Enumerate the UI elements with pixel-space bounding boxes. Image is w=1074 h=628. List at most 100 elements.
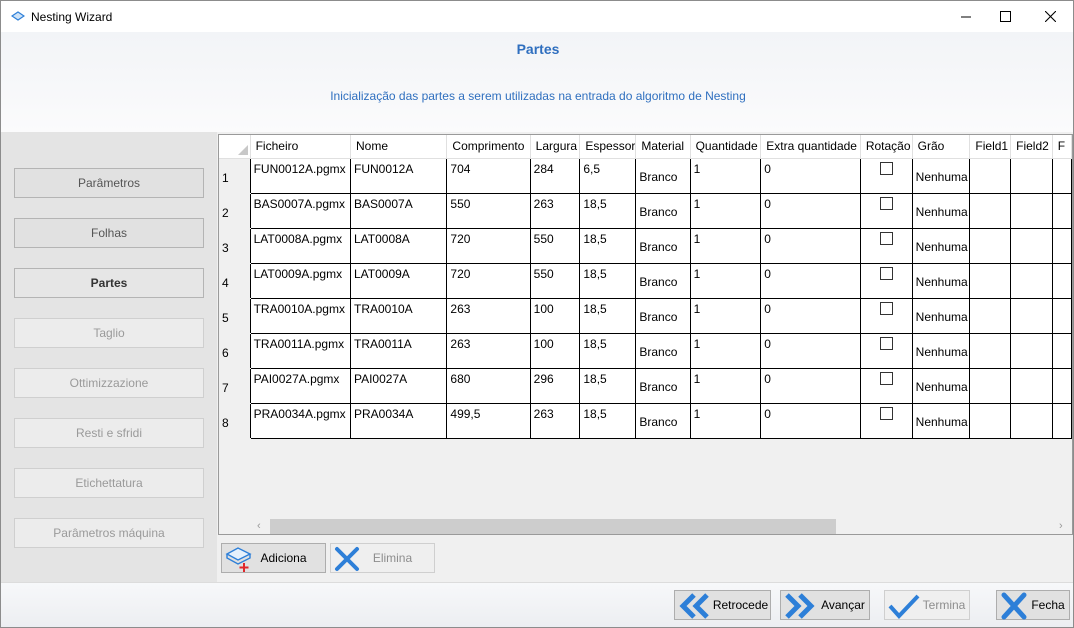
cell-thickness[interactable]: 18,5 (579, 297, 637, 334)
cell-grain[interactable]: Nenhuma (911, 297, 971, 334)
table-row[interactable]: 5 TRA0010A.pgmx TRA0010A 263 100 18,5 Branco 1 0… (219, 297, 1072, 334)
table-row[interactable]: 2 BAS0007A.pgmx BAS0007A 550 263 18,5 Branco 1 0… (219, 192, 1072, 229)
cell-qty[interactable]: 1 (689, 192, 762, 229)
cell-empty[interactable] (1051, 227, 1072, 264)
next-button[interactable]: Avançar (780, 590, 870, 620)
cell-empty[interactable] (969, 192, 1012, 229)
column-header[interactable]: Material (635, 135, 691, 159)
maximize-button[interactable] (982, 1, 1028, 32)
cell-material[interactable]: Branco (635, 262, 691, 299)
rotation-checkbox[interactable] (879, 231, 893, 245)
column-header[interactable]: Grão (912, 135, 971, 159)
cell-name[interactable]: PAI0027A (349, 367, 448, 404)
grid-corner[interactable] (219, 135, 251, 159)
horizontal-scrollbar[interactable]: ‹ › (219, 518, 1072, 534)
cell-empty[interactable] (969, 297, 1012, 334)
cell-file[interactable]: FUN0012A.pgmx (249, 157, 351, 194)
cell-grain[interactable]: Nenhuma (911, 332, 971, 369)
cell-extra[interactable]: 0 (760, 297, 861, 334)
table-row[interactable]: 4 LAT0009A.pgmx LAT0009A 720 550 18,5 Branco 1 0… (219, 262, 1072, 299)
cell-width[interactable]: 263 (529, 402, 581, 439)
table-row[interactable]: 6 TRA0011A.pgmx TRA0011A 263 100 18,5 Branco 1 0… (219, 332, 1072, 369)
scrollbar-thumb[interactable] (270, 519, 836, 534)
cell-thickness[interactable]: 18,5 (579, 262, 637, 299)
cell-empty[interactable] (1010, 297, 1053, 334)
column-header[interactable]: Quantidade (690, 135, 762, 159)
column-header[interactable]: Extra quantidade (760, 135, 861, 159)
cell-empty[interactable] (1051, 402, 1072, 439)
cell-width[interactable]: 550 (529, 262, 581, 299)
row-header[interactable]: 5 (219, 298, 251, 334)
cell-width[interactable]: 284 (529, 157, 581, 194)
cell-length[interactable]: 720 (446, 227, 531, 264)
cell-length[interactable]: 263 (446, 297, 531, 334)
cell-length[interactable]: 499,5 (446, 402, 531, 439)
cell-file[interactable]: BAS0007A.pgmx (249, 192, 351, 229)
cell-width[interactable]: 100 (529, 297, 581, 334)
cell-grain[interactable]: Nenhuma (911, 192, 971, 229)
cell-extra[interactable]: 0 (760, 332, 861, 369)
cell-empty[interactable] (1051, 192, 1072, 229)
cell-extra[interactable]: 0 (760, 227, 861, 264)
cell-material[interactable]: Branco (635, 402, 691, 439)
row-header[interactable]: 4 (219, 263, 251, 299)
rotation-checkbox[interactable] (879, 406, 893, 420)
cell-width[interactable]: 263 (529, 192, 581, 229)
cell-length[interactable]: 550 (446, 192, 531, 229)
cell-material[interactable]: Branco (635, 332, 691, 369)
cell-name[interactable]: LAT0009A (349, 262, 448, 299)
cell-grain[interactable]: Nenhuma (911, 227, 971, 264)
column-header[interactable]: Field1 (969, 135, 1012, 159)
close-button[interactable]: Fecha (996, 590, 1070, 620)
cell-thickness[interactable]: 18,5 (579, 227, 637, 264)
cell-qty[interactable]: 1 (689, 262, 762, 299)
cell-qty[interactable]: 1 (689, 332, 762, 369)
cell-file[interactable]: PAI0027A.pgmx (249, 367, 351, 404)
cell-thickness[interactable]: 18,5 (579, 192, 637, 229)
cell-name[interactable]: FUN0012A (349, 157, 448, 194)
row-header[interactable]: 3 (219, 228, 251, 264)
cell-empty[interactable] (1010, 402, 1053, 439)
column-header[interactable]: Comprimento (446, 135, 531, 159)
cell-empty[interactable] (1051, 332, 1072, 369)
cell-length[interactable]: 680 (446, 367, 531, 404)
cell-extra[interactable]: 0 (760, 367, 861, 404)
back-button[interactable]: Retrocede (674, 590, 771, 620)
cell-empty[interactable] (969, 402, 1012, 439)
cell-file[interactable]: LAT0008A.pgmx (249, 227, 351, 264)
cell-qty[interactable]: 1 (689, 367, 762, 404)
cell-material[interactable]: Branco (635, 157, 691, 194)
cell-file[interactable]: TRA0010A.pgmx (249, 297, 351, 334)
row-header[interactable]: 1 (219, 158, 251, 194)
cell-empty[interactable] (969, 332, 1012, 369)
cell-grain[interactable]: Nenhuma (911, 262, 971, 299)
cell-empty[interactable] (969, 227, 1012, 264)
cell-thickness[interactable]: 18,5 (579, 367, 637, 404)
column-header[interactable]: F (1052, 135, 1072, 159)
cell-material[interactable]: Branco (635, 192, 691, 229)
cell-empty[interactable] (1051, 262, 1072, 299)
step-button-folhas[interactable]: Folhas (14, 218, 204, 248)
cell-empty[interactable] (1010, 332, 1053, 369)
cell-empty[interactable] (1010, 157, 1053, 194)
cell-empty[interactable] (1010, 262, 1053, 299)
cell-empty[interactable] (1051, 157, 1072, 194)
step-button-partes[interactable]: Partes (14, 268, 204, 298)
cell-material[interactable]: Branco (635, 297, 691, 334)
cell-empty[interactable] (1051, 297, 1072, 334)
rotation-checkbox[interactable] (879, 161, 893, 175)
cell-name[interactable]: BAS0007A (349, 192, 448, 229)
cell-empty[interactable] (969, 367, 1012, 404)
cell-empty[interactable] (969, 262, 1012, 299)
cell-qty[interactable]: 1 (689, 402, 762, 439)
cell-empty[interactable] (1051, 367, 1072, 404)
cell-length[interactable]: 704 (446, 157, 531, 194)
scroll-left-icon[interactable]: ‹ (257, 520, 261, 532)
cell-extra[interactable]: 0 (760, 157, 861, 194)
parts-grid[interactable]: Ficheiro Nome Comprimento Largura Espess… (218, 134, 1073, 535)
rotation-checkbox[interactable] (879, 266, 893, 280)
cell-file[interactable]: LAT0009A.pgmx (249, 262, 351, 299)
rotation-checkbox[interactable] (879, 196, 893, 210)
row-header[interactable]: 2 (219, 193, 251, 229)
cell-length[interactable]: 720 (446, 262, 531, 299)
